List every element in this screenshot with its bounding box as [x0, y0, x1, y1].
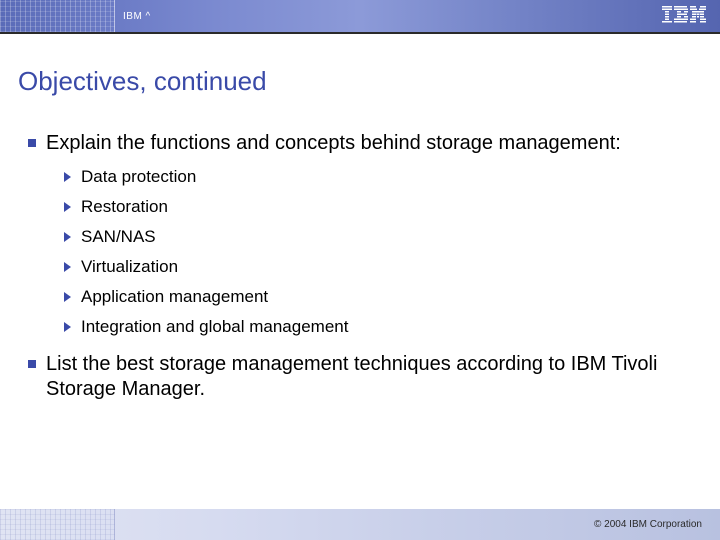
- footer-decor-left: [0, 509, 115, 540]
- sub-bullet-text: Restoration: [81, 198, 168, 215]
- sub-bullet-text: SAN/NAS: [81, 228, 156, 245]
- bullet-lvl2: Application management: [64, 288, 692, 305]
- bullet-text: List the best storage management techniq…: [46, 352, 692, 402]
- footer-bar: © 2004 IBM Corporation: [0, 509, 720, 540]
- body: Explain the functions and concepts behin…: [0, 97, 720, 402]
- triangle-bullet-icon: [64, 292, 71, 302]
- header-brand-text: IBM ^: [123, 11, 151, 22]
- bullet-text: Explain the functions and concepts behin…: [46, 131, 692, 156]
- sub-bullet-text: Application management: [81, 288, 268, 305]
- bullet-lvl2: Integration and global management: [64, 318, 692, 335]
- sub-bullet-text: Virtualization: [81, 258, 178, 275]
- sub-bullet-text: Integration and global management: [81, 318, 348, 335]
- sub-list: Data protection Restoration SAN/NAS Virt…: [28, 158, 692, 352]
- bullet-lvl2: SAN/NAS: [64, 228, 692, 245]
- bullet-lvl2: Virtualization: [64, 258, 692, 275]
- triangle-bullet-icon: [64, 202, 71, 212]
- triangle-bullet-icon: [64, 262, 71, 272]
- copyright-text: © 2004 IBM Corporation: [594, 519, 702, 530]
- page-title: Objectives, continued: [0, 34, 720, 97]
- square-bullet-icon: [28, 139, 36, 147]
- triangle-bullet-icon: [64, 322, 71, 332]
- bullet-lvl2: Data protection: [64, 168, 692, 185]
- bullet-lvl2: Restoration: [64, 198, 692, 215]
- slide-content: Objectives, continued Explain the functi…: [0, 34, 720, 402]
- sub-bullet-text: Data protection: [81, 168, 196, 185]
- header-bar: IBM ^: [0, 0, 720, 32]
- square-bullet-icon: [28, 360, 36, 368]
- bullet-lvl1: Explain the functions and concepts behin…: [28, 131, 692, 156]
- bullet-lvl1: List the best storage management techniq…: [28, 352, 692, 402]
- triangle-bullet-icon: [64, 172, 71, 182]
- ibm-logo-icon: [662, 6, 706, 24]
- triangle-bullet-icon: [64, 232, 71, 242]
- header-decor-left: [0, 0, 115, 32]
